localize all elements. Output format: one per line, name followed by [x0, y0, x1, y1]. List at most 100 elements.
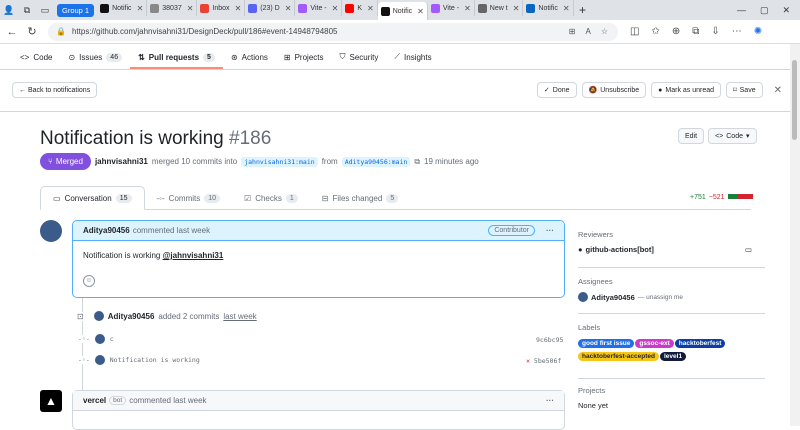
assignee-name[interactable]: Aditya90456 — [591, 293, 635, 302]
repo-tab-pull-requests[interactable]: ⇅ Pull requests 5 — [130, 53, 223, 69]
repo-tab-projects[interactable]: ⊞ Projects — [276, 53, 332, 69]
save-button[interactable]: ⌑ Save — [726, 82, 763, 98]
smiley-icon[interactable]: ☺ — [83, 275, 95, 287]
favorites-icon[interactable]: ✩ — [651, 26, 659, 37]
done-button[interactable]: ✓ Done — [536, 82, 577, 98]
close-window-icon[interactable]: ✕ — [782, 5, 790, 16]
favorite-icon[interactable]: ☆ — [601, 27, 608, 36]
code-button[interactable]: <> Code ▾ — [708, 128, 757, 144]
vercel-avatar[interactable]: ▲ — [40, 390, 62, 412]
browser-tab[interactable]: Inbox ✕ — [197, 0, 246, 16]
labels-heading[interactable]: Labels — [578, 323, 748, 332]
scrollbar-thumb[interactable] — [792, 60, 797, 140]
commit-message[interactable]: c — [110, 335, 114, 343]
browser-tab[interactable]: Notific ✕ — [377, 2, 428, 20]
avatar[interactable] — [94, 334, 105, 344]
comment-meta[interactable]: commented last week — [129, 396, 206, 405]
label-pill[interactable]: level1 — [659, 352, 687, 361]
workspaces-icon[interactable]: ⧉ — [20, 3, 34, 17]
close-tab-icon[interactable]: ✕ — [513, 4, 520, 13]
repo-tab-insights[interactable]: ⟋ Insights — [386, 52, 439, 69]
count-badge: 5 — [203, 53, 215, 62]
commit-sha[interactable]: 9c6bc95 — [536, 336, 563, 344]
close-tab-icon[interactable]: ✕ — [235, 4, 242, 13]
label-pill[interactable]: gssoc-ext — [635, 339, 674, 348]
browser-tab[interactable]: (23) D ✕ — [245, 0, 296, 16]
minimize-icon[interactable]: — — [737, 5, 746, 16]
settings-more-icon[interactable]: ⋯ — [732, 26, 742, 37]
reviewer-name[interactable]: github-actions[bot] — [586, 245, 654, 254]
browser-tab[interactable]: Notific ✕ — [523, 0, 574, 16]
avatar[interactable] — [94, 355, 105, 365]
repo-tab-security[interactable]: ⛉ Security — [332, 52, 387, 69]
commit-sha[interactable]: 5be506f — [534, 357, 561, 365]
projects-heading[interactable]: Projects — [578, 386, 608, 395]
avatar[interactable] — [40, 220, 62, 242]
browser-tab[interactable]: Notific ✕ — [97, 0, 148, 16]
unassign-link[interactable]: — unassign me — [638, 294, 683, 301]
repo-tab-code[interactable]: <> Code — [12, 53, 60, 69]
repo-tab-issues[interactable]: ⊙ Issues 46 — [60, 53, 130, 69]
close-tab-icon[interactable]: ✕ — [563, 4, 570, 13]
head-branch[interactable]: Aditya90456:main — [341, 156, 411, 167]
browser-tab[interactable]: 38037 ✕ — [147, 0, 198, 16]
kebab-menu-icon[interactable]: ··· — [546, 396, 554, 405]
app-icon[interactable]: ⊞ — [569, 27, 576, 36]
browser-tab[interactable]: Vite - ✕ — [428, 0, 475, 16]
comment-meta[interactable]: commented last week — [133, 226, 210, 235]
mark-unread-button[interactable]: ● Mark as unread — [651, 82, 722, 98]
unsubscribe-button[interactable]: 🔕 Unsubscribe — [581, 82, 647, 98]
pr-tab-conversation[interactable]: ▭ Conversation 15 — [40, 186, 145, 210]
kebab-menu-icon[interactable]: ··· — [546, 226, 554, 235]
label-pill[interactable]: hacktoberfest-accepted — [578, 352, 659, 361]
pr-tab-commits[interactable]: -◦- Commits 10 — [145, 186, 233, 210]
push-author[interactable]: Aditya90456 — [108, 312, 155, 321]
label-pill[interactable]: good first issue — [578, 339, 635, 348]
push-time[interactable]: last week — [223, 312, 256, 321]
assignees-heading[interactable]: Assignees — [578, 277, 683, 286]
scrollbar[interactable] — [790, 44, 800, 426]
base-branch[interactable]: jahnvisahni31:main — [241, 156, 318, 167]
collections-icon[interactable]: ⊕ — [672, 26, 680, 37]
tab-group-label[interactable]: Group 1 — [57, 3, 95, 17]
browser-tab[interactable]: New t ✕ — [475, 0, 524, 16]
reload-icon[interactable]: ↻ — [24, 25, 40, 38]
close-tab-icon[interactable]: ✕ — [187, 4, 194, 13]
browser-tab[interactable]: K ✕ — [342, 0, 378, 16]
split-screen-icon[interactable]: ◫ — [630, 26, 639, 37]
copilot-icon[interactable]: ✺ — [754, 26, 762, 37]
tab-actions-icon[interactable]: ▭ — [38, 3, 52, 17]
browser-tab[interactable]: Vite - ✕ — [295, 0, 343, 16]
label-pill[interactable]: hacktoberfest — [674, 339, 726, 348]
x-fail-icon[interactable]: ✕ — [526, 357, 530, 365]
back-to-notifications-button[interactable]: ← Back to notifications — [12, 82, 98, 98]
comment-author[interactable]: Aditya90456 — [83, 226, 130, 235]
maximize-icon[interactable]: ▢ — [760, 5, 769, 16]
close-tab-icon[interactable]: ✕ — [285, 4, 292, 13]
downloads-icon[interactable]: ⇩ — [711, 26, 719, 37]
close-tab-icon[interactable]: ✕ — [332, 4, 339, 13]
copy-icon[interactable]: ⧉ — [414, 157, 420, 167]
back-icon[interactable]: ← — [4, 26, 20, 38]
close-tab-icon[interactable]: ✕ — [367, 4, 374, 13]
close-icon[interactable]: ✕ — [774, 85, 782, 96]
close-tab-icon[interactable]: ✕ — [464, 4, 471, 13]
repo-tab-actions[interactable]: ⊛ Actions — [223, 53, 276, 69]
avatar[interactable] — [93, 311, 104, 321]
avatar[interactable] — [578, 292, 588, 302]
profile-icon[interactable]: 👤 — [2, 3, 16, 17]
close-tab-icon[interactable]: ✕ — [417, 7, 424, 16]
url-field[interactable]: 🔒 https://github.com/jahnvisahni31/Desig… — [48, 22, 618, 41]
comment-author[interactable]: vercel — [83, 396, 106, 405]
read-aloud-icon[interactable]: A — [585, 27, 590, 36]
commit-message[interactable]: Notification is working — [110, 356, 200, 364]
extensions-icon[interactable]: ⧉ — [692, 26, 699, 37]
mention-link[interactable]: @jahnvisahni31 — [163, 251, 224, 260]
reviewers-heading[interactable]: Reviewers — [578, 230, 752, 239]
close-tab-icon[interactable]: ✕ — [137, 4, 144, 13]
pr-tab-checks[interactable]: ☑ Checks 1 — [232, 186, 310, 210]
merger-link[interactable]: jahnvisahni31 — [95, 157, 148, 166]
new-tab-icon[interactable]: + — [576, 3, 590, 17]
edit-button[interactable]: Edit — [678, 128, 705, 144]
pr-tab-files-changed[interactable]: ⊟ Files changed 5 — [310, 186, 410, 210]
